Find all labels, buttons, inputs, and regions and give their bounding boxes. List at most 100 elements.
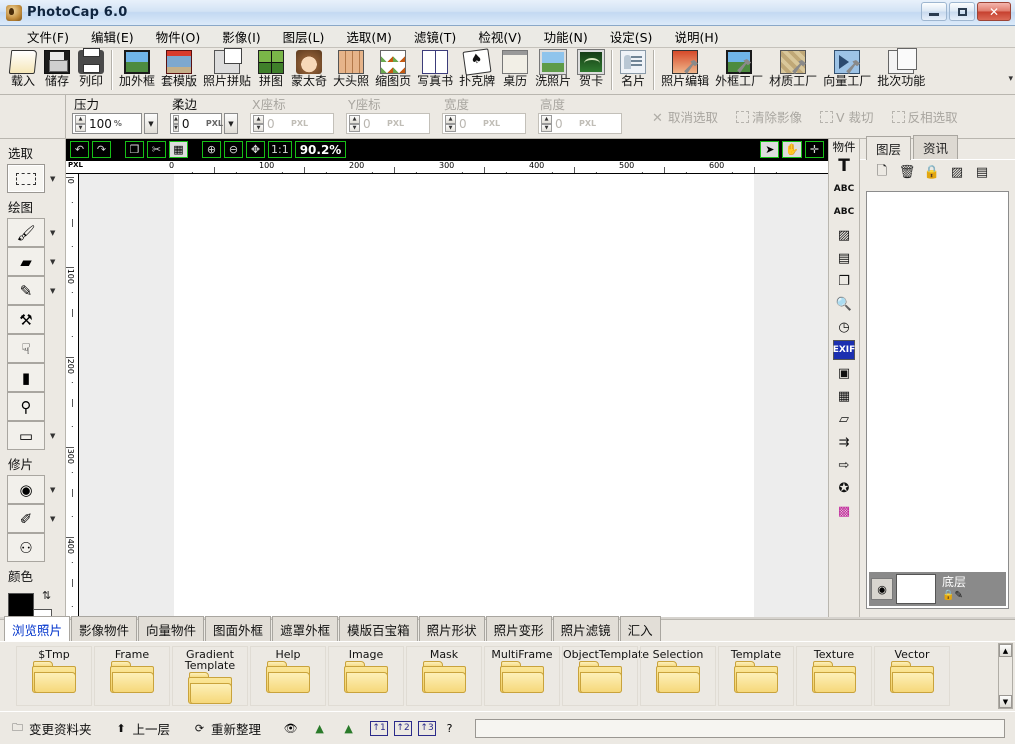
sort-descending-button[interactable]: ▲ — [341, 721, 356, 736]
option-dropdown-柔边[interactable]: ▼ — [224, 113, 238, 134]
browser-scrollbar[interactable]: ▲ ▼ — [998, 643, 1013, 709]
menu-item-3[interactable]: 影像(I) — [211, 25, 271, 48]
menu-item-6[interactable]: 滤镜(T) — [403, 25, 467, 48]
layers-tab-资讯[interactable]: 资讯 — [913, 135, 958, 159]
option-value[interactable]: 0 — [182, 117, 204, 131]
toolbar-button-蒙太奇[interactable]: 蒙太奇 — [288, 48, 330, 88]
actual-size-button[interactable]: 1:1 — [268, 141, 292, 158]
help-button[interactable]: ? — [442, 721, 457, 736]
clone-stamp-tool[interactable]: ⚒ — [7, 305, 45, 334]
option-dropdown-压力[interactable]: ▼ — [144, 113, 158, 134]
text-box-object[interactable]: ABC — [833, 179, 855, 199]
menu-item-9[interactable]: 设定(S) — [599, 25, 664, 48]
spinner-up-icon[interactable]: ▲ — [445, 115, 456, 124]
folder-item-Gradient Template[interactable]: Gradient Template — [172, 646, 248, 706]
spinner-arrows[interactable]: ▲▼ — [75, 115, 86, 132]
spinner-down-icon[interactable]: ▼ — [75, 124, 86, 133]
toolbar-button-名片[interactable]: 名片 — [616, 48, 650, 88]
layers-tab-图层[interactable]: 图层 — [866, 136, 911, 160]
copy-button[interactable]: ❐ — [125, 141, 144, 158]
maximize-button[interactable] — [949, 2, 975, 21]
bottom-tab-照片形状[interactable]: 照片形状 — [419, 616, 485, 641]
paintbrush-tool[interactable]: 🖌 — [7, 218, 45, 247]
menu-item-0[interactable]: 文件(F) — [16, 25, 80, 48]
bottom-tab-向量物件[interactable]: 向量物件 — [138, 616, 204, 641]
tool-dropdown-arrow[interactable]: ▼ — [50, 258, 55, 266]
spinbox-Y座标[interactable]: ▲▼0PXL — [346, 113, 430, 134]
spinner-down-icon[interactable]: ▼ — [541, 124, 552, 133]
option-value[interactable]: 100 — [89, 117, 112, 131]
minimize-button[interactable] — [921, 2, 947, 21]
toolbar-button-外框工厂[interactable]: 外框工厂 — [712, 48, 766, 88]
canvas-page[interactable] — [174, 174, 754, 617]
arrow-line-object[interactable]: ⇉ — [833, 432, 855, 452]
menu-item-2[interactable]: 物件(O) — [145, 25, 212, 48]
toolbar-button-照片编辑[interactable]: 照片编辑 — [658, 48, 712, 88]
paint-bucket-tool[interactable]: ☟ — [7, 334, 45, 363]
option-action-反相选取[interactable]: 反相选取 — [892, 107, 958, 126]
toolbar-button-洗照片[interactable]: 洗照片 — [532, 48, 574, 88]
zoom-level-display[interactable]: 90.2% — [295, 141, 347, 158]
padlock-icon[interactable]: 🔒 — [942, 590, 954, 601]
toolbar-button-加外框[interactable]: 加外框 — [116, 48, 158, 88]
option-action-取消选取[interactable]: ✕取消选取 — [652, 107, 718, 126]
eraser-tool[interactable]: ▰ — [7, 247, 45, 276]
spinbox-宽度[interactable]: ▲▼0PXL — [442, 113, 526, 134]
delete-layer-button[interactable]: 🗑 — [899, 165, 915, 181]
toolbar-button-列印[interactable]: 列印 — [74, 48, 108, 88]
size-1-button[interactable]: ↑1 — [370, 721, 388, 736]
bottom-tab-浏览照片[interactable]: 浏览照片 — [4, 616, 70, 641]
spinner-up-icon[interactable]: ▲ — [173, 115, 179, 124]
tool-dropdown-arrow[interactable]: ▼ — [50, 287, 55, 295]
zoom-out-button[interactable]: ⊖ — [224, 141, 243, 158]
bottom-tab-照片滤镜[interactable]: 照片滤镜 — [553, 616, 619, 641]
cake-object[interactable]: ▣ — [833, 363, 855, 383]
preview-eye-button[interactable]: 👁 — [283, 721, 298, 736]
fit-screen-button[interactable]: ✥ — [246, 141, 265, 158]
toolbar-button-批次功能[interactable]: 批次功能 — [874, 48, 928, 88]
bottom-tab-汇入[interactable]: 汇入 — [620, 616, 661, 641]
undo-button[interactable]: ↶ — [70, 141, 89, 158]
pencil-tool[interactable]: ✎ — [7, 276, 45, 305]
cut-button[interactable]: ✂ — [147, 141, 166, 158]
folder-item-ObjectTemplate[interactable]: ObjectTemplate — [562, 646, 638, 706]
bottom-tab-照片变形[interactable]: 照片变形 — [486, 616, 552, 641]
toolbar-overflow-button[interactable]: ▾ — [1008, 74, 1013, 84]
magnifier-object[interactable]: 🔍 — [833, 294, 855, 314]
spinner-arrows[interactable]: ▲▼ — [253, 115, 264, 132]
canvas-scroll-area[interactable] — [79, 174, 828, 617]
star-shape-object[interactable]: ✪ — [833, 478, 855, 498]
tool-dropdown-arrow[interactable]: ▼ — [50, 515, 55, 523]
toolbar-button-载入[interactable]: 载入 — [6, 48, 40, 88]
swap-colors-icon[interactable]: ⇅ — [42, 589, 51, 602]
bottom-tab-图面外框[interactable]: 图面外框 — [205, 616, 271, 641]
multi-image-object[interactable]: ❐ — [833, 271, 855, 291]
sort-ascending-button[interactable]: ▲ — [312, 721, 327, 736]
spinner-down-icon[interactable]: ▼ — [173, 124, 179, 133]
folder-item-Frame[interactable]: Frame — [94, 646, 170, 706]
folder-item-MultiFrame[interactable]: MultiFrame — [484, 646, 560, 706]
spinbox-柔边[interactable]: ▲▼0PXL — [170, 113, 222, 134]
option-value[interactable]: 0 — [459, 117, 481, 131]
scroll-up-button[interactable]: ▲ — [999, 644, 1012, 657]
toolbar-button-材质工厂[interactable]: 材质工厂 — [766, 48, 820, 88]
folder-item-Selection[interactable]: Selection — [640, 646, 716, 706]
layer-row[interactable]: ◉底层🔒✎ — [869, 572, 1006, 606]
spinner-arrows[interactable]: ▲▼ — [445, 115, 456, 132]
folder-item-Help[interactable]: Help — [250, 646, 326, 706]
tool-dropdown-arrow[interactable]: ▼ — [50, 486, 55, 494]
status-path-field[interactable] — [475, 719, 1005, 738]
folder-item-Image[interactable]: Image — [328, 646, 404, 706]
status-button-重新整理[interactable]: ⟳重新整理 — [192, 719, 261, 738]
spinner-down-icon[interactable]: ▼ — [349, 124, 360, 133]
spinner-down-icon[interactable]: ▼ — [445, 124, 456, 133]
option-action-V 裁切[interactable]: V 裁切 — [820, 107, 874, 126]
toolbar-button-向量工厂[interactable]: 向量工厂 — [820, 48, 874, 88]
status-button-上一层[interactable]: ⬆上一层 — [114, 719, 171, 738]
toolbar-button-储存[interactable]: 储存 — [40, 48, 74, 88]
color-palette-object[interactable]: ▩ — [833, 501, 855, 521]
pointer-tool-button[interactable]: ➤ — [760, 141, 779, 158]
option-value[interactable]: 0 — [363, 117, 385, 131]
clock-object[interactable]: ◷ — [833, 317, 855, 337]
folder-item-Mask[interactable]: Mask — [406, 646, 482, 706]
